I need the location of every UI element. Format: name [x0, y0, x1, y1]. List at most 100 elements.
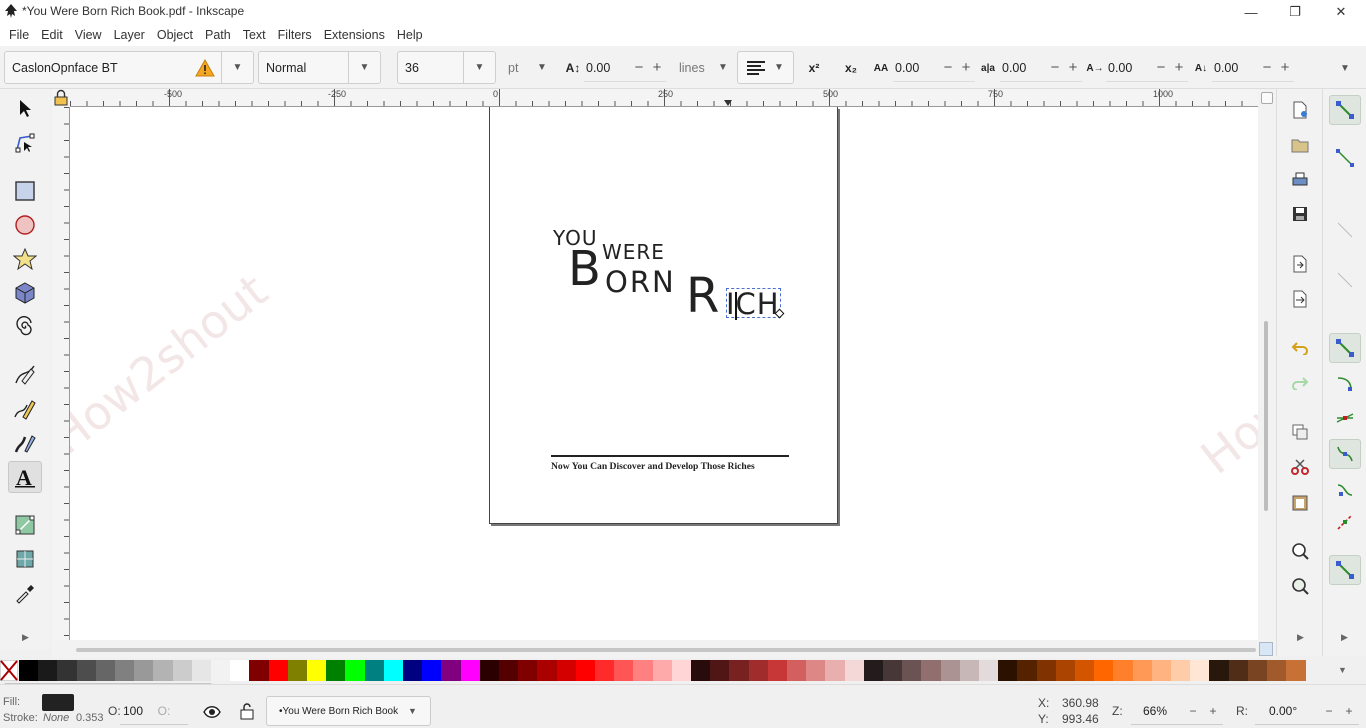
- color-swatch[interactable]: [710, 660, 731, 681]
- chevron-down-icon[interactable]: ▼: [463, 52, 495, 83]
- opacity-value[interactable]: 100: [120, 704, 156, 718]
- open-folder-icon[interactable]: [1289, 134, 1311, 156]
- color-swatch[interactable]: [460, 660, 481, 681]
- pen-tool[interactable]: [8, 359, 42, 391]
- color-swatch[interactable]: [191, 660, 212, 681]
- color-swatch[interactable]: [575, 660, 596, 681]
- toolbox-expand-icon[interactable]: ▶: [22, 632, 29, 643]
- cut-icon[interactable]: [1289, 456, 1311, 478]
- scroll-corner-button[interactable]: [1261, 92, 1273, 104]
- plus-icon[interactable]: +: [1064, 59, 1082, 76]
- plus-icon[interactable]: +: [648, 59, 666, 76]
- color-swatch[interactable]: [614, 660, 635, 681]
- vertical-scroll-thumb[interactable]: [1264, 321, 1268, 511]
- color-swatch[interactable]: [518, 660, 539, 681]
- color-swatch[interactable]: [383, 660, 404, 681]
- ellipse-tool[interactable]: [8, 209, 42, 241]
- chevron-down-icon[interactable]: ▼: [348, 52, 380, 83]
- color-swatch[interactable]: [326, 660, 347, 681]
- superscript-icon[interactable]: x²: [803, 58, 825, 78]
- color-swatch[interactable]: [268, 660, 289, 681]
- menu-layer[interactable]: Layer: [109, 28, 150, 42]
- unlock-icon[interactable]: [240, 703, 254, 720]
- minus-icon[interactable]: −: [630, 59, 648, 76]
- color-swatch[interactable]: [479, 660, 500, 681]
- color-swatch[interactable]: [57, 660, 78, 681]
- spacing-mode-combo[interactable]: lines ▼: [672, 51, 732, 84]
- print-icon[interactable]: [1289, 169, 1311, 191]
- chevron-down-icon[interactable]: ▼: [221, 52, 253, 83]
- plus-icon[interactable]: +: [1339, 704, 1359, 718]
- color-swatch[interactable]: [95, 660, 116, 681]
- maximize-button[interactable]: ❐: [1272, 0, 1318, 24]
- new-document-icon[interactable]: [1289, 99, 1311, 121]
- 3d-box-tool[interactable]: [8, 277, 42, 309]
- chevron-down-icon[interactable]: ▼: [526, 51, 558, 84]
- rectangle-tool[interactable]: [8, 175, 42, 207]
- menu-edit[interactable]: Edit: [36, 28, 68, 42]
- no-paint-swatch-icon[interactable]: [0, 660, 18, 681]
- font-size-combo[interactable]: 36 ▼: [397, 51, 496, 84]
- color-swatch[interactable]: [1228, 660, 1249, 681]
- minus-icon[interactable]: −: [1183, 704, 1203, 718]
- menu-text[interactable]: Text: [238, 28, 271, 42]
- color-swatch[interactable]: [844, 660, 865, 681]
- unit-combo[interactable]: pt ▼: [501, 51, 558, 84]
- color-swatch[interactable]: [921, 660, 942, 681]
- color-swatch[interactable]: [211, 660, 231, 681]
- minimize-button[interactable]: —: [1228, 0, 1274, 24]
- save-icon[interactable]: [1289, 203, 1311, 225]
- fill-swatch[interactable]: [42, 694, 74, 711]
- color-swatch[interactable]: [1113, 660, 1134, 681]
- color-swatch[interactable]: [902, 660, 923, 681]
- color-swatch[interactable]: [1075, 660, 1095, 681]
- snap-bbox-icon[interactable]: [1329, 143, 1361, 173]
- import-icon[interactable]: [1289, 253, 1311, 275]
- plus-icon[interactable]: +: [1276, 59, 1294, 76]
- vertical-kerning-spin[interactable]: 0.00 − +: [1212, 54, 1294, 82]
- close-button[interactable]: ✕: [1318, 0, 1364, 24]
- undo-icon[interactable]: [1289, 337, 1311, 359]
- color-swatch[interactable]: [115, 660, 135, 681]
- stroke-value[interactable]: None: [43, 712, 69, 724]
- text-tool[interactable]: A: [8, 461, 42, 493]
- color-swatch[interactable]: [1151, 660, 1172, 681]
- mesh-tool[interactable]: [8, 543, 42, 575]
- menu-extensions[interactable]: Extensions: [319, 28, 390, 42]
- plus-icon[interactable]: +: [1170, 59, 1188, 76]
- vertical-scrollbar[interactable]: [1258, 89, 1276, 646]
- color-swatch[interactable]: [671, 660, 692, 681]
- color-swatch[interactable]: [307, 660, 327, 681]
- letter-spacing-spin[interactable]: 0.00 − +: [893, 54, 975, 82]
- snap-others-icon[interactable]: [1329, 555, 1361, 585]
- color-swatch[interactable]: [787, 660, 807, 681]
- chevron-down-icon[interactable]: ▼: [769, 52, 789, 83]
- zoom-value[interactable]: 66%: [1131, 704, 1183, 718]
- zoom-spin[interactable]: 66% − +: [1131, 697, 1223, 725]
- minus-icon[interactable]: −: [1046, 59, 1064, 76]
- pencil-tool[interactable]: [8, 393, 42, 425]
- node-tool[interactable]: [8, 127, 42, 159]
- color-swatch[interactable]: [979, 660, 999, 681]
- letter-spacing-value[interactable]: 0.00: [893, 61, 939, 75]
- color-swatch[interactable]: [134, 660, 155, 681]
- horizontal-scroll-thumb[interactable]: [76, 648, 1256, 652]
- snap-cusp-icon[interactable]: [1329, 439, 1361, 469]
- color-swatch[interactable]: [940, 660, 961, 681]
- zoom-drawing-icon[interactable]: [1289, 575, 1311, 597]
- color-swatch[interactable]: [249, 660, 270, 681]
- color-swatch[interactable]: [1286, 660, 1307, 681]
- copy-icon[interactable]: [1289, 421, 1311, 443]
- snap-intersection-icon[interactable]: [1329, 403, 1361, 433]
- line-spacing-spin[interactable]: 0.00 − +: [584, 54, 666, 82]
- rotation-value[interactable]: 0.00°: [1255, 704, 1319, 718]
- plus-icon[interactable]: +: [1203, 704, 1223, 718]
- snap-path-icon[interactable]: [1329, 369, 1361, 399]
- align-combo[interactable]: ▼: [737, 51, 794, 84]
- menu-view[interactable]: View: [70, 28, 107, 42]
- color-swatch[interactable]: [767, 660, 788, 681]
- plus-icon[interactable]: +: [957, 59, 975, 76]
- color-swatch[interactable]: [998, 660, 1019, 681]
- snap-nodes-icon[interactable]: [1329, 333, 1361, 363]
- subscript-icon[interactable]: x₂: [840, 58, 862, 78]
